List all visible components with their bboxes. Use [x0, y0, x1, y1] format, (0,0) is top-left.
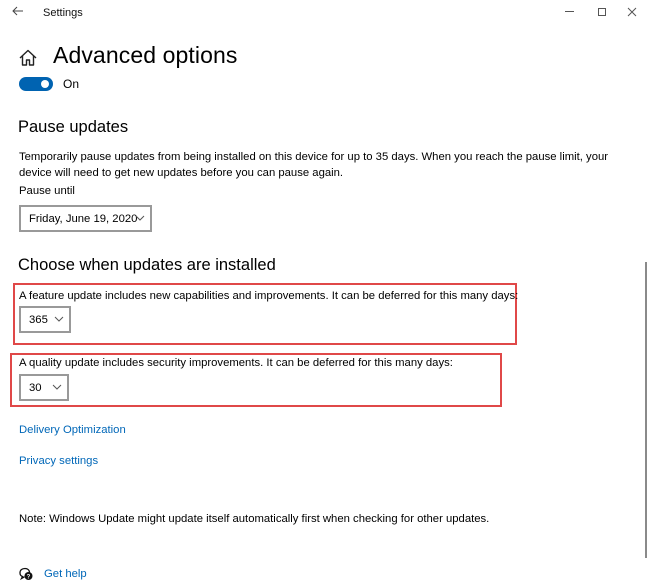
maximize-button[interactable] [587, 2, 617, 22]
maximize-icon [598, 7, 606, 16]
pause-until-dropdown[interactable]: Friday, June 19, 2020 [19, 205, 152, 232]
minimize-button[interactable] [554, 2, 584, 22]
back-button[interactable] [8, 4, 28, 20]
pause-until-label: Pause until [19, 185, 75, 197]
pause-description: Temporarily pause updates from being ins… [19, 151, 609, 179]
pause-until-value: Friday, June 19, 2020 [29, 212, 138, 225]
pause-updates-heading: Pause updates [18, 118, 129, 136]
feature-defer-value: 365 [29, 313, 48, 326]
get-help-link[interactable]: Get help [44, 568, 87, 580]
page-title: Advanced options [53, 42, 238, 68]
choose-updates-heading: Choose when updates are installed [18, 256, 276, 274]
feature-defer-dropdown[interactable]: 365 [19, 306, 71, 333]
home-icon[interactable] [18, 48, 38, 68]
title-bar: Settings [0, 0, 648, 30]
toggle-state-label: On [63, 77, 80, 91]
note-text: Note: Windows Update might update itself… [19, 513, 490, 525]
privacy-settings-link[interactable]: Privacy settings [19, 455, 98, 467]
svg-text:?: ? [27, 574, 31, 580]
app-title: Settings [43, 7, 83, 19]
advanced-options-toggle[interactable] [19, 77, 53, 91]
toggle-knob [41, 80, 49, 88]
minimize-icon [564, 11, 574, 13]
chevron-down-icon [52, 384, 62, 390]
vertical-scrollbar[interactable] [645, 262, 647, 558]
chevron-down-icon [54, 316, 64, 322]
quality-update-label: A quality update includes security impro… [19, 357, 453, 369]
close-button[interactable] [617, 2, 647, 22]
feature-update-label: A feature update includes new capabiliti… [19, 290, 519, 302]
quality-defer-value: 30 [29, 381, 42, 394]
get-help-icon[interactable]: ? [19, 567, 33, 581]
quality-defer-dropdown[interactable]: 30 [19, 374, 69, 401]
chevron-down-icon [135, 215, 145, 221]
back-arrow-icon [12, 6, 23, 16]
delivery-optimization-link[interactable]: Delivery Optimization [19, 424, 126, 436]
close-icon [627, 7, 637, 17]
